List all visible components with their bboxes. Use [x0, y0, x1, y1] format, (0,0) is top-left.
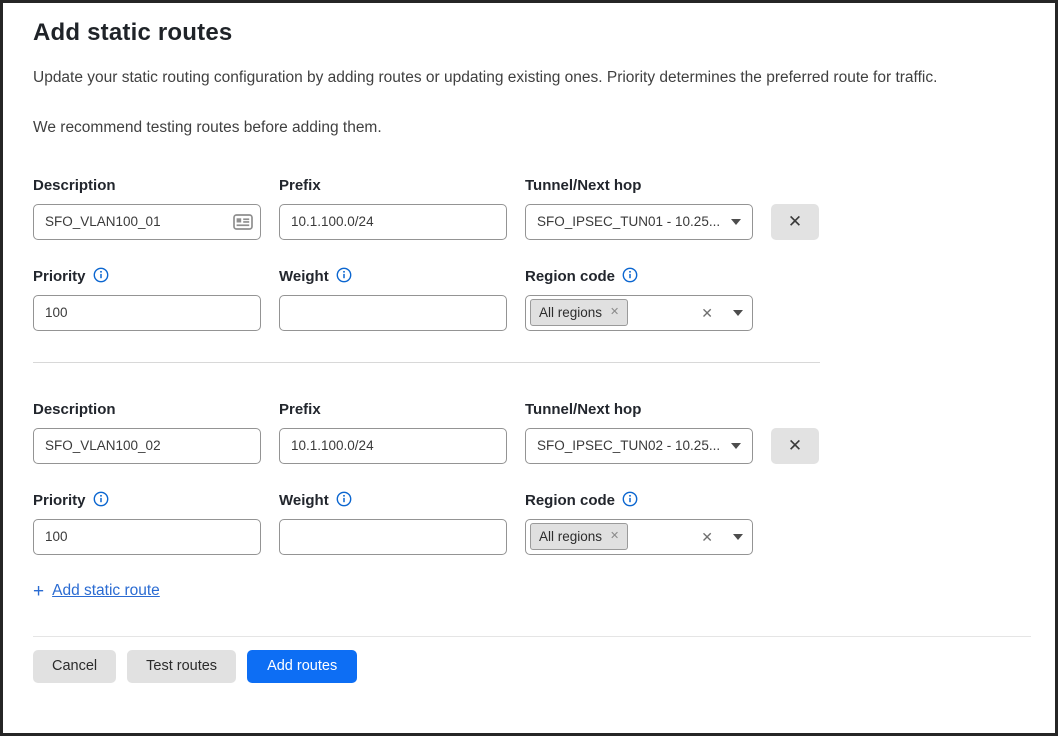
description-label: Description [33, 176, 261, 196]
footer-actions: Cancel Test routes Add routes [33, 650, 1025, 683]
prefix-input[interactable] [279, 204, 507, 240]
tunnel-label: Tunnel/Next hop [525, 176, 753, 196]
priority-label: Priority [33, 267, 261, 287]
description-label: Description [33, 400, 261, 420]
add-static-route-row: + Add static route [33, 582, 1025, 601]
weight-label: Weight [279, 267, 507, 287]
clear-selection-icon[interactable]: ✕ [701, 530, 713, 544]
region-multiselect[interactable]: All regions ✕ ✕ [525, 295, 753, 331]
tunnel-selected-value: SFO_IPSEC_TUN01 - 10.25... [537, 214, 723, 229]
info-icon[interactable] [93, 267, 109, 287]
remove-route-button[interactable]: ✕ [771, 428, 819, 464]
chevron-down-icon [731, 443, 741, 449]
info-icon[interactable] [336, 491, 352, 511]
footer-divider [33, 636, 1031, 637]
page-title: Add static routes [33, 19, 1025, 47]
chip-remove-icon[interactable]: ✕ [610, 307, 619, 318]
region-chip-label: All regions [539, 529, 602, 544]
tunnel-label: Tunnel/Next hop [525, 400, 753, 420]
prefix-label: Prefix [279, 400, 507, 420]
chevron-down-icon [731, 219, 741, 225]
region-multiselect[interactable]: All regions ✕ ✕ [525, 519, 753, 555]
weight-input[interactable] [279, 295, 507, 331]
weight-label: Weight [279, 491, 507, 511]
route-divider [33, 362, 820, 363]
info-icon[interactable] [622, 267, 638, 287]
clear-selection-icon[interactable]: ✕ [701, 306, 713, 320]
tunnel-select[interactable]: SFO_IPSEC_TUN01 - 10.25... [525, 204, 753, 240]
route-block-1: Description [33, 176, 1025, 331]
region-chip-label: All regions [539, 305, 602, 320]
chip-remove-icon[interactable]: ✕ [610, 531, 619, 542]
prefix-label: Prefix [279, 176, 507, 196]
region-chip: All regions ✕ [530, 523, 628, 550]
cancel-button[interactable]: Cancel [33, 650, 116, 683]
info-icon[interactable] [622, 491, 638, 511]
chevron-down-icon [733, 534, 743, 540]
intro-text: Update your static routing configuration… [33, 68, 1025, 89]
description-input[interactable] [33, 204, 261, 240]
info-icon[interactable] [336, 267, 352, 287]
test-routes-button[interactable]: Test routes [127, 650, 236, 683]
description-input[interactable] [33, 428, 261, 464]
weight-input[interactable] [279, 519, 507, 555]
tunnel-selected-value: SFO_IPSEC_TUN02 - 10.25... [537, 438, 723, 453]
priority-input[interactable] [33, 295, 261, 331]
add-routes-button[interactable]: Add routes [247, 650, 357, 683]
recommendation-text: We recommend testing routes before addin… [33, 118, 1025, 139]
remove-route-button[interactable]: ✕ [771, 204, 819, 240]
add-static-route-link[interactable]: Add static route [52, 582, 160, 600]
region-code-label: Region code [525, 267, 753, 287]
prefix-input[interactable] [279, 428, 507, 464]
plus-icon: + [33, 582, 44, 601]
chevron-down-icon [733, 310, 743, 316]
info-icon[interactable] [93, 491, 109, 511]
route-block-2: Description Prefix Tunnel/Next hop [33, 400, 1025, 555]
tunnel-select[interactable]: SFO_IPSEC_TUN02 - 10.25... [525, 428, 753, 464]
priority-label: Priority [33, 491, 261, 511]
add-static-routes-dialog: Add static routes Update your static rou… [0, 0, 1058, 736]
region-chip: All regions ✕ [530, 299, 628, 326]
region-code-label: Region code [525, 491, 753, 511]
priority-input[interactable] [33, 519, 261, 555]
